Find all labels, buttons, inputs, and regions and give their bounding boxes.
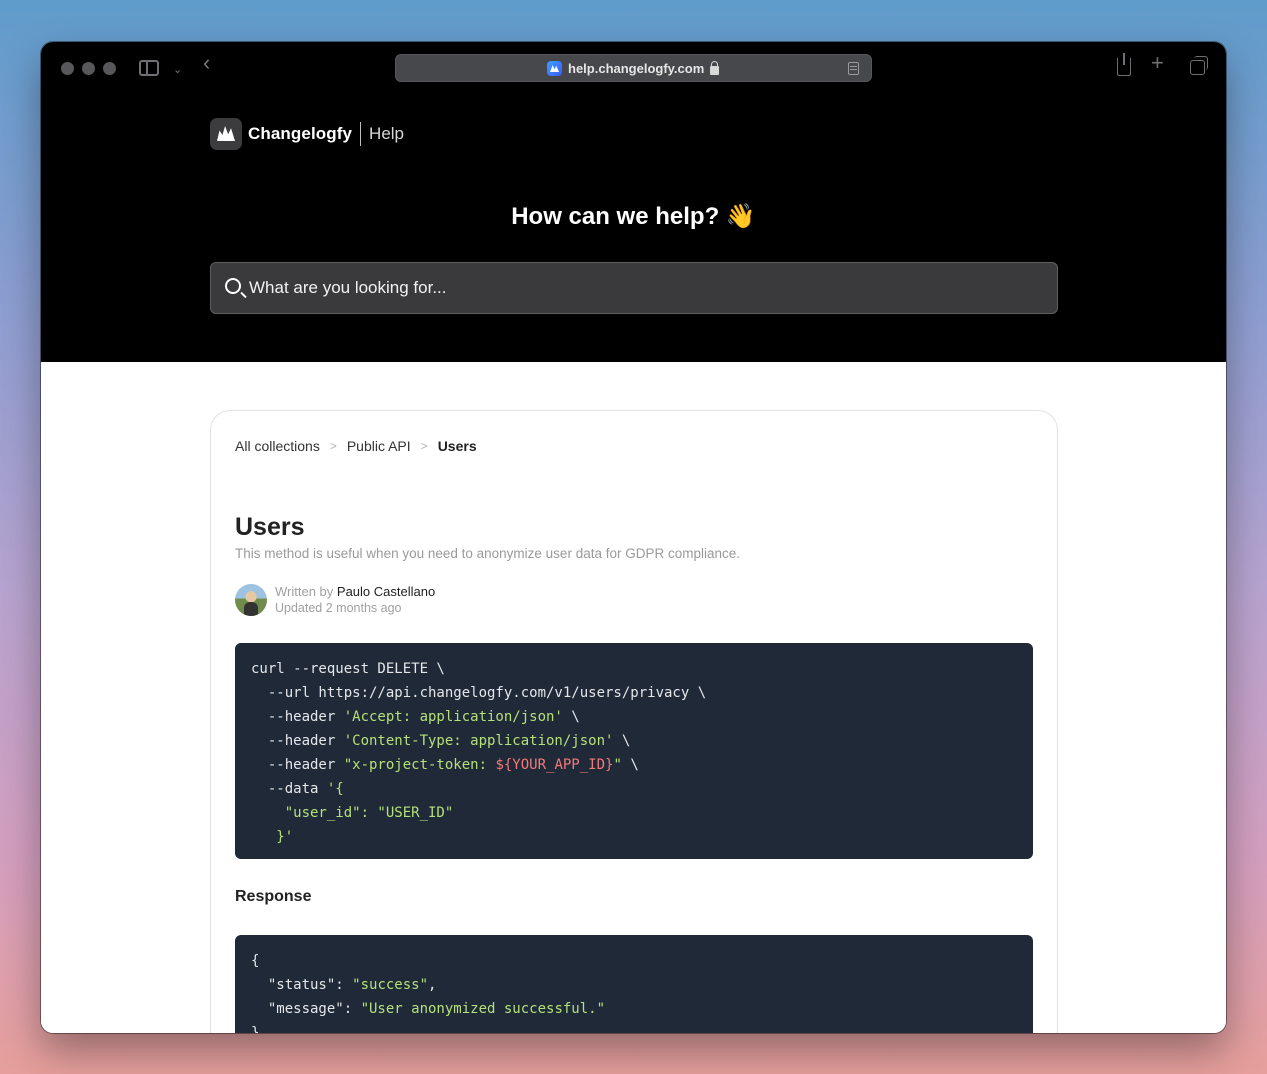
request-code-block: curl --request DELETE \ --url https://ap…	[235, 643, 1033, 859]
chevron-right-icon: >	[329, 439, 337, 453]
search-icon	[225, 278, 241, 294]
new-tab-icon[interactable]: +	[1151, 52, 1164, 74]
brand-divider	[360, 122, 362, 146]
help-hero: Changelogfy Help How can we help? 👋	[41, 94, 1226, 362]
browser-window: ⌄ ‹ help.changelogfy.com + Changelogfy H…	[41, 42, 1226, 1033]
avatar	[235, 584, 267, 616]
response-heading: Response	[235, 888, 312, 905]
sidebar-toggle-icon[interactable]	[139, 60, 159, 76]
share-icon[interactable]	[1117, 53, 1131, 76]
browser-toolbar: ⌄ ‹ help.changelogfy.com +	[41, 42, 1226, 94]
code-line: }'	[251, 829, 294, 845]
site-favicon-icon	[547, 61, 562, 76]
article-card: All collections > Public API > Users Use…	[210, 410, 1058, 1033]
changelogfy-logo-icon	[210, 118, 242, 150]
author-info: Written by Paulo Castellano Updated 2 mo…	[235, 583, 435, 617]
author-name: Paulo Castellano	[336, 584, 436, 599]
back-arrow-icon[interactable]: ‹	[203, 52, 210, 74]
written-by-label: Written by	[275, 584, 334, 599]
minimize-window-button[interactable]	[82, 62, 95, 75]
chevron-down-icon[interactable]: ⌄	[173, 61, 182, 79]
hero-title: How can we help? 👋	[511, 203, 756, 230]
brand-section: Help	[369, 124, 405, 143]
breadcrumb: All collections > Public API > Users	[235, 438, 477, 454]
code-line: --header "x-project-token: ${YOUR_APP_ID…	[251, 757, 639, 773]
code-line: "message": "User anonymized successful."	[251, 1001, 606, 1017]
code-line: --data '{	[251, 781, 344, 797]
reader-mode-icon[interactable]	[848, 62, 859, 75]
zoom-window-button[interactable]	[103, 62, 116, 75]
code-line: }	[251, 1025, 260, 1033]
article-area: All collections > Public API > Users Use…	[41, 362, 1226, 1033]
brand-name: Changelogfy	[248, 124, 353, 143]
breadcrumb-public-api[interactable]: Public API	[347, 438, 411, 454]
address-bar[interactable]: help.changelogfy.com	[395, 54, 872, 82]
code-line: --url https://api.changelogfy.com/v1/use…	[251, 685, 707, 701]
article-description: This method is useful when you need to a…	[235, 546, 741, 561]
breadcrumb-all-collections[interactable]: All collections	[235, 438, 320, 454]
search-input[interactable]	[249, 263, 1029, 313]
response-code-block: { "status": "success", "message": "User …	[235, 935, 1033, 1033]
chevron-right-icon: >	[420, 439, 428, 453]
breadcrumb-users[interactable]: Users	[438, 438, 477, 454]
tab-overview-icon[interactable]	[1190, 56, 1208, 75]
search-box[interactable]	[210, 262, 1058, 314]
article-title: Users	[235, 513, 305, 541]
code-line: "user_id": "USER_ID"	[251, 805, 454, 821]
code-line: --header 'Content-Type: application/json…	[251, 733, 631, 749]
code-line: {	[251, 953, 260, 969]
lock-icon	[710, 60, 720, 75]
window-controls	[61, 62, 116, 75]
code-line: curl --request DELETE \	[251, 661, 445, 677]
updated-text: Updated 2 months ago	[275, 601, 402, 615]
close-window-button[interactable]	[61, 62, 74, 75]
code-line: --header 'Accept: application/json' \	[251, 709, 580, 725]
url-text: help.changelogfy.com	[568, 61, 705, 76]
code-line: "status": "success",	[251, 977, 437, 993]
brand-logo-link[interactable]: Changelogfy Help	[210, 118, 404, 150]
